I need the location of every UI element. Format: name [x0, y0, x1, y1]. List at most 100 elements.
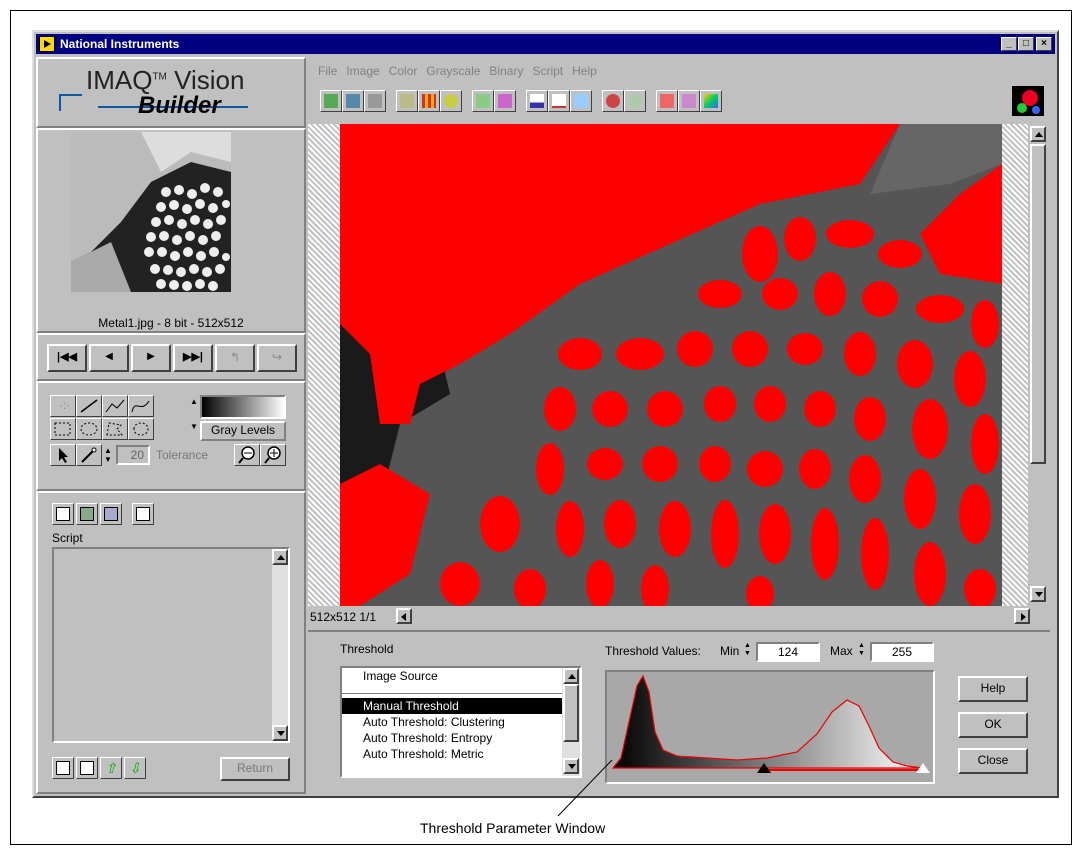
measure-button[interactable]	[472, 90, 494, 112]
particle-icon	[606, 94, 620, 108]
browse-button[interactable]	[342, 90, 364, 112]
minimize-button[interactable]: _	[1001, 37, 1017, 51]
calibrate-button[interactable]	[570, 90, 592, 112]
image-vertical-scrollbar[interactable]	[1028, 124, 1048, 606]
script-label: Script	[52, 531, 83, 545]
open-script-button[interactable]	[76, 503, 98, 525]
scroll-thumb[interactable]	[1030, 144, 1046, 464]
zoom-button[interactable]	[624, 90, 646, 112]
zoom-icon	[628, 94, 642, 108]
last-image-button[interactable]: ▶▶|	[173, 344, 213, 372]
help-button[interactable]: Help	[958, 676, 1028, 702]
first-image-button[interactable]: |◀◀	[47, 344, 87, 372]
ok-button[interactable]: OK	[958, 712, 1028, 738]
forward-icon: ↪	[271, 350, 283, 364]
callout-leader-line	[557, 760, 613, 817]
oval-tool[interactable]	[76, 418, 102, 440]
menu-script[interactable]: Script	[532, 64, 563, 78]
polygon-tool[interactable]	[102, 418, 128, 440]
magic-wand-tool[interactable]	[76, 444, 102, 466]
zoom-out-button[interactable]	[234, 444, 260, 466]
pattern-button[interactable]	[656, 90, 678, 112]
close-window-button[interactable]: ×	[1036, 37, 1052, 51]
threshold-method-item[interactable]: Auto Threshold: Metric	[342, 746, 562, 762]
menu-help[interactable]: Help	[572, 64, 597, 78]
palette-selector[interactable]: Gray Levels	[200, 421, 286, 441]
delete-step-button[interactable]	[76, 757, 98, 779]
back-button[interactable]: ↰	[215, 344, 255, 372]
histogram-button[interactable]	[526, 90, 548, 112]
menu-grayscale[interactable]: Grayscale	[426, 64, 480, 78]
thresholded-image[interactable]	[340, 124, 1002, 606]
scroll-right-button[interactable]	[1014, 608, 1030, 624]
list-separator	[342, 684, 562, 694]
print-button[interactable]	[364, 90, 386, 112]
palette-spinner[interactable]: ▲ ▼	[190, 397, 200, 433]
scroll-up-button[interactable]	[563, 668, 579, 684]
scroll-up-button[interactable]	[272, 549, 288, 565]
script-list[interactable]	[52, 547, 290, 743]
point-tool[interactable]: ·:·	[50, 395, 76, 417]
scroll-thumb[interactable]	[563, 684, 579, 742]
min-spinner[interactable]: ▲ ▼	[744, 642, 754, 660]
spin-down-icon: ▼	[104, 455, 112, 464]
threshold-method-item[interactable]: Auto Threshold: Entropy	[342, 730, 562, 746]
menu-color[interactable]: Color	[389, 64, 418, 78]
forward-button[interactable]: ↪	[257, 344, 297, 372]
threshold-method-item[interactable]: Manual Threshold	[342, 698, 562, 714]
tolerance-label: Tolerance	[156, 448, 209, 462]
menu-file[interactable]: File	[318, 64, 337, 78]
threshold-method-list[interactable]: Image Source Manual Threshold Auto Thresho…	[340, 666, 582, 778]
zoom-in-button[interactable]	[260, 444, 286, 466]
freehand-line-tool[interactable]	[128, 395, 154, 417]
broken-line-tool[interactable]	[102, 395, 128, 417]
tolerance-field[interactable]: 20	[116, 445, 150, 465]
scroll-down-button[interactable]	[1030, 586, 1046, 602]
move-down-button[interactable]: ⇩	[124, 757, 146, 779]
max-spinner[interactable]: ▲ ▼	[858, 642, 868, 660]
rectangle-tool[interactable]	[50, 418, 76, 440]
ni-gears-icon	[1017, 90, 1040, 114]
max-value-field[interactable]: 255	[870, 642, 934, 662]
tree-button[interactable]	[678, 90, 700, 112]
scroll-left-button[interactable]	[396, 608, 412, 624]
threshold-method-item[interactable]: Image Source	[342, 668, 562, 684]
eraser-button[interactable]	[494, 90, 516, 112]
selection-tool[interactable]	[50, 444, 76, 466]
menu-image[interactable]: Image	[346, 64, 379, 78]
return-button[interactable]: Return	[220, 757, 290, 781]
scroll-up-button[interactable]	[1030, 126, 1046, 142]
gear-button[interactable]	[440, 90, 462, 112]
color-button[interactable]	[700, 90, 722, 112]
edit-step-button[interactable]	[52, 757, 74, 779]
threshold-method-item[interactable]: Auto Threshold: Clustering	[342, 714, 562, 730]
close-button[interactable]: Close	[958, 748, 1028, 774]
threshold-label: Threshold	[340, 642, 394, 656]
tolerance-spinner[interactable]: ▲ ▼	[104, 446, 114, 464]
line-profile-button[interactable]	[548, 90, 570, 112]
process-button[interactable]	[396, 90, 418, 112]
menu-binary[interactable]: Binary	[489, 64, 523, 78]
max-threshold-slider[interactable]	[916, 763, 930, 773]
previous-image-button[interactable]: ◀	[89, 344, 129, 372]
move-up-button[interactable]: ⇧	[100, 757, 122, 779]
script-info-button[interactable]	[132, 503, 154, 525]
freehand-region-tool[interactable]	[128, 418, 154, 440]
maximize-button[interactable]: □	[1018, 37, 1034, 51]
next-image-button[interactable]: ▶	[131, 344, 171, 372]
script-scrollbar[interactable]	[272, 549, 288, 741]
new-script-button[interactable]	[52, 503, 74, 525]
min-threshold-slider[interactable]	[756, 763, 771, 773]
min-value-field[interactable]: 124	[756, 642, 820, 662]
grid-button[interactable]	[418, 90, 440, 112]
particle-button[interactable]	[602, 90, 624, 112]
logo-panel: IMAQTM Vision Builder	[36, 57, 306, 128]
histogram-display	[605, 670, 935, 784]
save-script-button[interactable]	[100, 503, 122, 525]
scroll-down-button[interactable]	[272, 725, 288, 741]
title-bar[interactable]: National Instruments _ □ ×	[36, 34, 1055, 54]
freehand-line-icon	[131, 400, 150, 413]
acquire-button[interactable]	[320, 90, 342, 112]
line-tool[interactable]	[76, 395, 102, 417]
thumbnail-image[interactable]	[71, 132, 231, 292]
